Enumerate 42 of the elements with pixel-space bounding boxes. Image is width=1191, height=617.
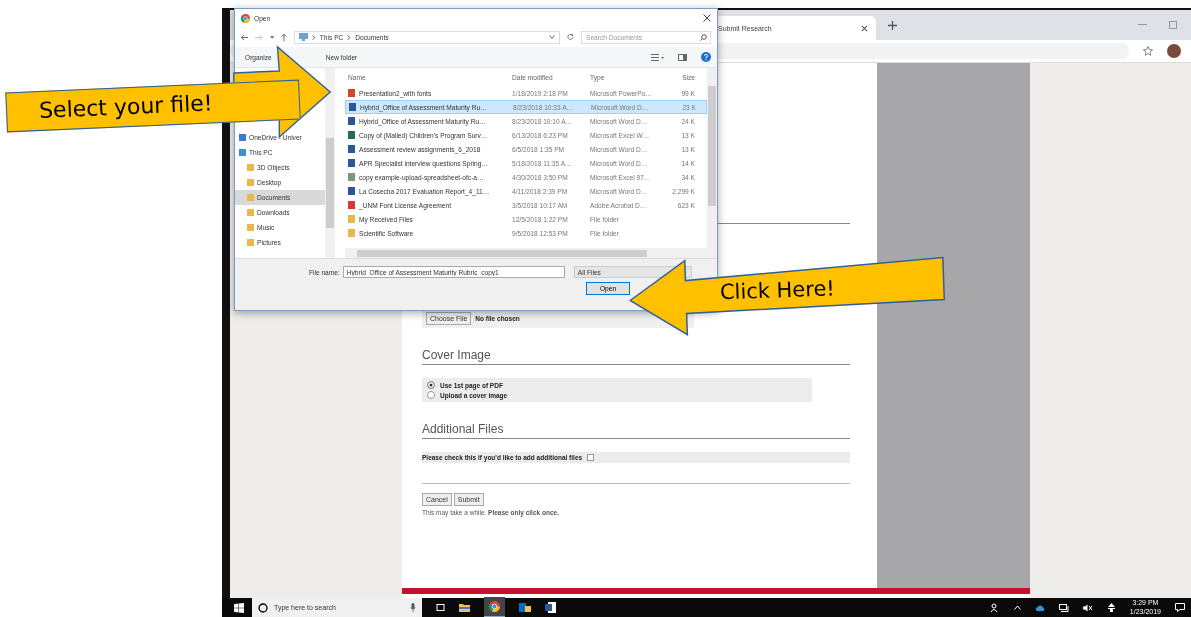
chevron-icon xyxy=(311,34,316,40)
avatar-icon[interactable] xyxy=(1167,44,1181,58)
radio-button[interactable] xyxy=(427,391,435,399)
refresh-icon[interactable] xyxy=(567,33,574,41)
caret-icon[interactable] xyxy=(1013,605,1021,610)
close-icon[interactable] xyxy=(861,24,868,32)
document-app-icon[interactable] xyxy=(545,602,556,613)
view-options-icon[interactable] xyxy=(651,53,664,61)
callout-label: Click Here! xyxy=(719,276,836,305)
scrollbar[interactable] xyxy=(325,68,335,258)
browser-icon[interactable] xyxy=(489,601,500,612)
checkbox[interactable] xyxy=(587,454,595,461)
mail-app-icon[interactable] xyxy=(519,602,531,613)
section-heading: Cover Image xyxy=(422,348,492,364)
computer-icon xyxy=(298,33,308,41)
microphone-icon[interactable] xyxy=(410,603,416,612)
cloud-icon[interactable] xyxy=(1034,604,1045,611)
search-icon[interactable] xyxy=(700,33,707,41)
chevron-icon xyxy=(347,34,352,40)
preview-pane-icon[interactable] xyxy=(678,53,687,61)
scrollbar[interactable] xyxy=(345,248,707,258)
close-icon[interactable] xyxy=(703,14,711,22)
back-arrow-icon[interactable] xyxy=(241,33,249,41)
radio-button[interactable] xyxy=(427,381,435,389)
people-icon[interactable] xyxy=(990,603,1000,612)
scrollbar[interactable] xyxy=(707,68,717,258)
task-view-icon[interactable] xyxy=(436,603,445,612)
notification-icon[interactable] xyxy=(1175,603,1185,612)
sync-icon[interactable] xyxy=(1106,603,1116,612)
star-icon[interactable] xyxy=(1143,46,1153,56)
new-tab-icon[interactable] xyxy=(888,20,897,30)
up-arrow-icon[interactable] xyxy=(281,32,287,42)
start-icon[interactable] xyxy=(234,602,244,613)
ring-icon xyxy=(258,602,268,613)
callout-label: Select your file! xyxy=(5,79,301,133)
network-icon[interactable] xyxy=(1058,603,1069,612)
help-icon[interactable] xyxy=(701,52,711,62)
browser-icon xyxy=(241,13,250,23)
volume-icon[interactable] xyxy=(1082,603,1093,612)
dropdown-icon[interactable] xyxy=(549,35,556,39)
folder-icon[interactable] xyxy=(459,603,470,612)
section-heading: Additional Files xyxy=(422,422,505,438)
